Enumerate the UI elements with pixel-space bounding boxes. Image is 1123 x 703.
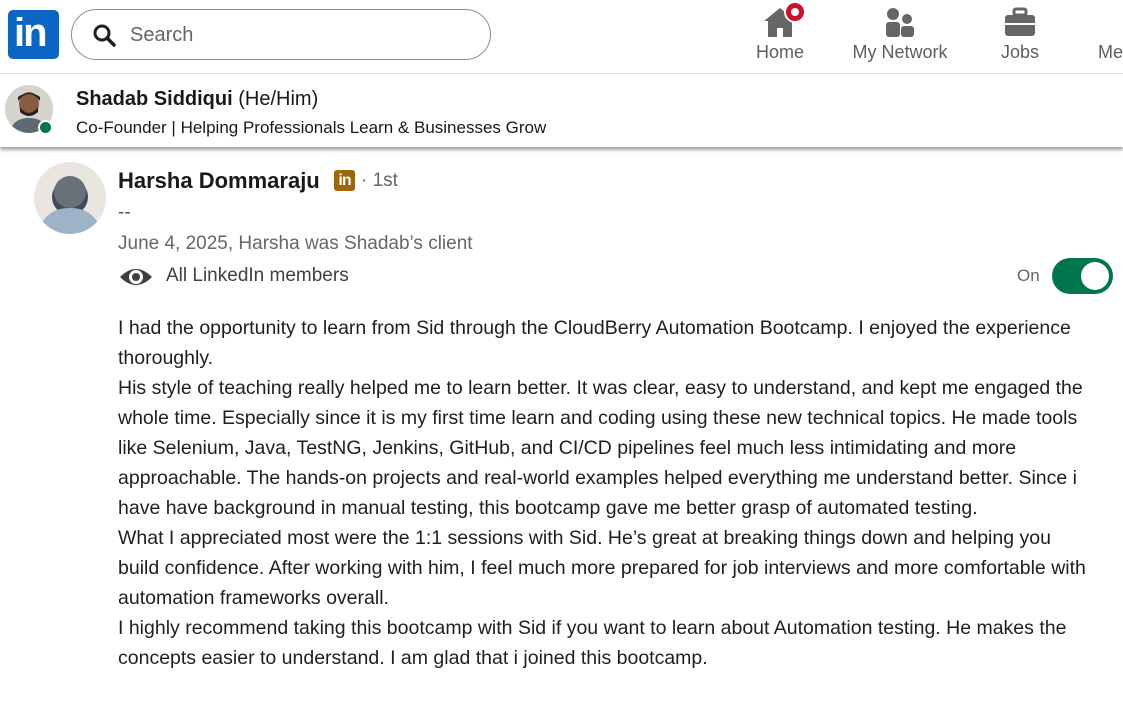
nav-me-label: Me <box>1098 42 1123 62</box>
recommendation-paragraph: His style of teaching really helped me t… <box>118 377 1083 519</box>
toggle-knob <box>1081 262 1109 290</box>
recommendation-paragraph: I had the opportunity to learn from Sid … <box>118 317 1071 369</box>
profile-header: Shadab Siddiqui (He/Him) Co-Founder | He… <box>0 75 1123 147</box>
recommendation-text: I had the opportunity to learn from Sid … <box>118 313 1093 673</box>
nav-home-label: Home <box>755 42 804 62</box>
profile-name-line: Shadab Siddiqui (He/Him) <box>76 88 318 111</box>
online-status-dot <box>38 120 53 135</box>
profile-headline: Co-Founder | Helping Professionals Learn… <box>76 118 547 137</box>
default-avatar-icon <box>34 162 106 234</box>
profile-pronouns: (He/Him) <box>238 88 319 110</box>
eye-icon <box>120 269 152 285</box>
search-icon <box>93 24 116 47</box>
recommendation-paragraph: What I appreciated most were the 1:1 ses… <box>118 527 1086 609</box>
linkedin-premium-badge-icon: in <box>334 170 355 191</box>
visibility-setting: All LinkedIn members <box>166 265 349 286</box>
recommender-name[interactable]: Harsha Dommaraju <box>118 168 320 194</box>
notification-badge <box>784 1 806 23</box>
search-box[interactable] <box>71 9 491 60</box>
nav-my-network-label: My Network <box>852 42 948 62</box>
connection-degree: · 1st <box>361 170 398 191</box>
toggle-label: On <box>1017 266 1040 285</box>
nav-jobs[interactable]: Jobs <box>985 0 1055 74</box>
global-nav: in Home My Network Jobs Me <box>0 0 1123 74</box>
recommender-headline: -- <box>118 202 131 223</box>
recommendation-paragraph: I highly recommend taking this bootcamp … <box>118 617 1067 669</box>
search-input[interactable] <box>130 20 470 50</box>
visibility-toggle[interactable] <box>1052 258 1113 294</box>
recommendation-date-relation: June 4, 2025, Harsha was Shadab’s client <box>118 233 473 254</box>
briefcase-icon <box>1005 7 1035 36</box>
people-icon <box>886 8 914 37</box>
profile-name: Shadab Siddiqui <box>76 88 233 110</box>
recommender-avatar[interactable] <box>34 162 106 234</box>
linkedin-logo-icon[interactable]: in <box>8 10 59 59</box>
nav-jobs-label: Jobs <box>1000 42 1040 62</box>
nav-me[interactable]: Me <box>1080 0 1123 74</box>
nav-home[interactable]: Home <box>740 0 820 74</box>
nav-my-network[interactable]: My Network <box>845 0 955 74</box>
